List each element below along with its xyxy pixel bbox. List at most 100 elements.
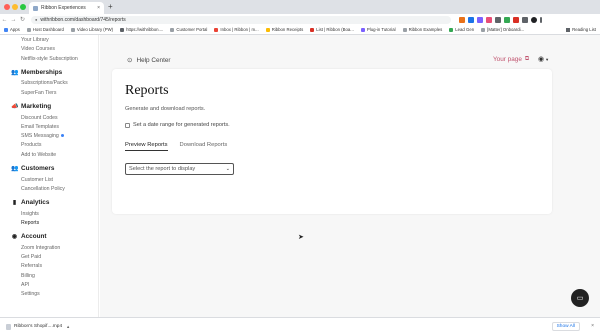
reports-card: Reports Generate and download reports. S… [112,69,552,214]
sidebar-item[interactable]: Cancellation Policy [21,186,65,192]
extension-icon[interactable] [504,16,510,23]
bookmark-item[interactable]: Inbox | Ribbon | m... [214,27,259,32]
date-range-checkbox[interactable] [125,122,130,128]
sidebar-item-label: Products [21,142,42,149]
sidebar-item[interactable]: Settings [21,291,40,297]
bookmark-label: https://withribbon.... [126,27,164,32]
download-file-name: Ribbon's Shopif....mp4 [14,324,63,329]
extension-icon[interactable] [495,16,501,23]
external-link-icon: ⧉ [524,56,530,62]
bookmark-favicon-icon [481,27,486,32]
your-page-link[interactable]: Your page ⧉ [493,56,529,63]
sidebar-item-label: Customer List [21,176,53,183]
bookmark-item[interactable]: Video Library (PW) [70,27,114,32]
bookmark-favicon-icon [120,27,125,32]
tab-preview-reports[interactable]: Preview Reports [125,142,168,151]
bookmark-favicon-icon [402,27,407,32]
browser-tab[interactable]: Ribbon Experiences × [29,2,104,14]
sidebar-item-label: Video Courses [21,46,55,53]
sidebar-item-label: Add to Website [21,151,57,158]
sidebar-item[interactable]: Your Library [21,37,49,43]
close-download-bar-button[interactable]: × [591,323,594,329]
account-menu-button[interactable]: ◉ ▼ [538,55,549,63]
new-tab-button[interactable]: + [108,3,113,11]
bookmark-item[interactable]: Apps [4,27,20,32]
bookmark-item[interactable]: https://withribbon.... [120,27,163,32]
sidebar-item-label: SMS Messaging [21,133,59,140]
chat-support-button[interactable]: ▭ [571,289,589,307]
bookmark-item[interactable]: Ribbon Receipts [265,27,303,32]
sidebar-section-heading: ▮ Analytics [11,199,50,206]
sidebar-item[interactable]: Products [21,142,41,148]
sidebar-section-heading: 📣 Marketing [11,103,51,110]
sidebar-item[interactable]: Video Courses [21,46,55,52]
sidebar-section-heading: 👥 Memberships [11,69,62,76]
status-dot-icon [60,134,64,138]
bookmark-item[interactable]: [Matter] Onboardi... [481,27,524,32]
sidebar-item-label: Discount Codes [21,114,58,121]
report-select[interactable]: Select the report to display ⌄ [125,163,234,175]
reading-list-icon [566,27,571,32]
sidebar-item[interactable]: Get Paid [21,254,41,260]
sidebar-item[interactable]: Customer List [21,177,53,183]
bookmarks-bar: Apps Host Dashboard Video Library (PW) http… [0,25,600,35]
back-button[interactable]: ← [0,17,9,23]
sidebar-item[interactable]: Email Templates [21,124,59,130]
bookmark-item[interactable]: Customer Portal [170,27,207,32]
page-title: Reports [125,83,169,98]
ribbon-favicon-icon [33,5,38,11]
tab-close-icon[interactable]: × [97,5,100,11]
users-icon: 👥 [11,166,19,172]
chevron-down-icon: ▼ [545,56,550,62]
forward-button[interactable]: → [9,17,18,23]
puzzle-icon[interactable] [522,16,528,23]
chevron-down-icon: ⌄ [225,166,230,172]
sidebar-item[interactable]: Billing [21,273,35,279]
sidebar-item[interactable]: Discount Codes [21,115,58,121]
sidebar-item[interactable]: Zoom Integration [21,245,60,251]
download-bar: Ribbon's Shopif....mp4 ▲ Show All × [0,317,600,335]
bookmark-item[interactable]: Lead Gen [449,27,474,32]
sidebar-item[interactable]: Reports [21,220,39,226]
sidebar-item[interactable]: Subscriptions/Packs [21,80,68,86]
reading-list[interactable]: Reading List [566,27,596,32]
extensions-row [459,16,542,23]
bookmark-item[interactable]: Plug-in Tutorial [360,27,396,32]
tab-download-reports[interactable]: Download Reports [180,142,228,151]
bookmark-favicon-icon [360,27,365,32]
bookmark-label: Apps [10,27,20,32]
date-range-label: Set a date range for generated reports. [133,122,230,128]
address-bar[interactable]: ● withribbon.com/dashboard/745/reports [31,15,451,24]
bookmark-item[interactable]: Ribbon Examples [402,27,442,32]
sidebar-item[interactable]: API [21,282,29,288]
sidebar-item[interactable]: Add to Website [21,152,56,158]
help-center-link[interactable]: ⊙ Help Center [127,56,171,65]
reload-button[interactable]: ↻ [18,16,27,23]
bookmark-favicon-icon [449,27,454,32]
bookmark-item[interactable]: Host Dashboard [26,27,64,32]
date-range-option[interactable]: Set a date range for generated reports. [125,122,230,128]
maximize-window-button[interactable] [20,4,26,10]
close-window-button[interactable] [4,4,10,10]
show-all-button[interactable]: Show All [551,322,580,331]
download-item[interactable]: Ribbon's Shopif....mp4 ▲ [6,323,70,330]
chevron-up-icon[interactable]: ▲ [66,324,70,329]
bookmark-item[interactable]: List | Ribbon (Boa... [310,27,354,32]
sidebar-item-label: SuperFan Tiers [21,89,57,96]
sidebar-item[interactable]: SuperFan Tiers [21,90,56,96]
extension-icon[interactable] [513,16,519,23]
bookmark-label: Customer Portal [176,27,208,32]
sidebar-item-label: Settings [21,291,40,298]
extension-icon[interactable] [477,16,483,23]
profile-icon[interactable] [531,16,537,23]
bookmark-label: Video Library (PW) [76,27,114,32]
sidebar-item[interactable]: Insights [21,211,39,217]
extension-icon[interactable] [459,16,465,23]
sidebar-item[interactable]: SMS Messaging [21,133,64,139]
sidebar-item[interactable]: Netflix-style Subscription [21,56,78,62]
sidebar-item[interactable]: Referrals [21,263,42,269]
minimize-window-button[interactable] [12,4,18,10]
kebab-menu-icon[interactable] [540,16,542,23]
extension-icon[interactable] [486,16,492,23]
extension-icon[interactable] [468,16,474,23]
